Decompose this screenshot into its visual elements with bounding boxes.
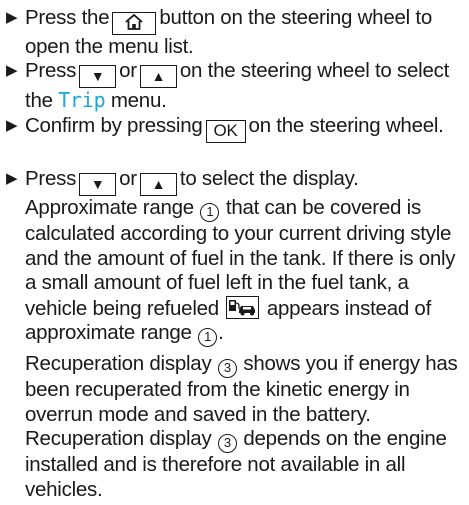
step-text: Confirm by pressing OK on the steering whe…: [25, 114, 466, 143]
reference-number-1: 1: [198, 328, 218, 347]
step-open-menu: ▶ Press the button on the steering wheel …: [6, 6, 466, 60]
paragraph-segment: .: [218, 321, 224, 344]
bullet-icon: ▶: [6, 170, 18, 187]
manual-page: ▶ Press the button on the steering wheel …: [0, 0, 469, 505]
reference-number-1: 1: [200, 203, 220, 222]
step-text-segment: Press: [25, 59, 77, 82]
ok-key: OK: [205, 120, 246, 143]
vehicle-refueling-icon: [226, 295, 260, 319]
reference-number-3: 3: [217, 434, 237, 453]
bullet-icon: ▶: [6, 9, 18, 26]
step-text-segment: to select the display.: [179, 167, 359, 190]
down-arrow-key: ▼: [79, 173, 117, 196]
step-select-display: ▶ Press ▼ or ▲ to select the display. Approx…: [6, 167, 466, 502]
paragraph-segment: Recuperation display: [25, 352, 212, 375]
down-arrow-key: ▼: [79, 65, 117, 88]
or-word: or: [119, 59, 137, 82]
home-icon: [125, 13, 143, 30]
step-confirm: ▶ Confirm by pressing OK on the steering w…: [6, 114, 466, 143]
approximate-range-paragraph: Approximate range 1 that can be covered …: [25, 196, 466, 347]
reference-number-3: 3: [217, 359, 237, 378]
paragraph-segment: Approximate range: [25, 196, 194, 219]
step-text-segment: Press: [25, 167, 77, 190]
step-select-trip: ▶ Press ▼ or ▲ on the steering wheel to sele…: [6, 59, 466, 114]
home-key: [112, 12, 157, 35]
step-text-segment: Confirm by pressing: [25, 114, 203, 137]
step-text-segment: Press the: [25, 6, 110, 29]
or-word: or: [119, 167, 137, 190]
step-text-segment: on the steering wheel.: [248, 114, 444, 137]
up-arrow-key: ▲: [139, 173, 177, 196]
recuperation-paragraph: Recuperation display 3 shows you if ener…: [25, 352, 466, 502]
step-text: Press ▼ or ▲ on the steering wheel to select…: [25, 59, 466, 114]
step-text-segment: menu.: [110, 89, 167, 112]
up-arrow-key: ▲: [139, 65, 177, 88]
step-text: Press ▼ or ▲ to select the display. Approxim…: [25, 167, 466, 502]
step-text: Press the button on the steering wheel to…: [25, 6, 466, 60]
bullet-icon: ▶: [6, 117, 18, 134]
bullet-icon: ▶: [6, 62, 18, 79]
trip-menu-name: Trip: [58, 88, 106, 112]
